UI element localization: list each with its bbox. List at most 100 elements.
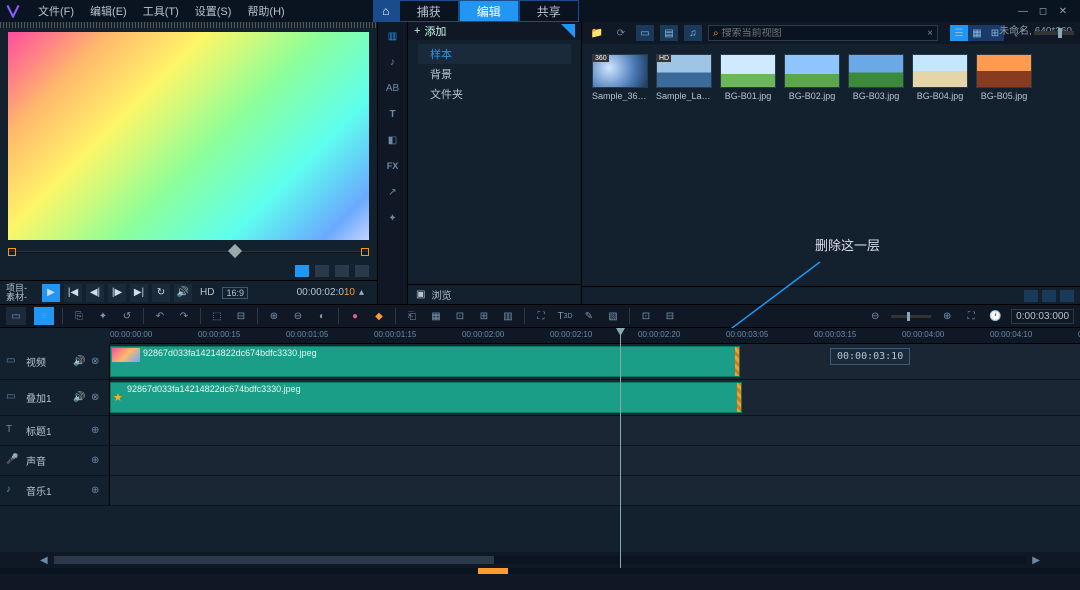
thumb-3[interactable]: BG-B02.jpg (784, 54, 840, 101)
track-head[interactable]: ♪ 音乐1⊕ (0, 476, 110, 505)
redo-icon[interactable]: ↷ (176, 308, 192, 324)
view-grid-icon[interactable]: ▦ (968, 25, 986, 41)
record-icon[interactable]: ● (347, 308, 363, 324)
tl-tool-16-icon[interactable]: ✎ (581, 308, 597, 324)
track-body[interactable]: ★92867d033fa14214822dc674bdfc3330.jpeg (110, 380, 1080, 415)
filter-audio-icon[interactable]: ♫ (684, 25, 702, 41)
timecode-display[interactable]: 00:00:02:010 (297, 287, 355, 298)
audio-tab-icon[interactable]: ♪ (384, 54, 402, 70)
tl-tool-6-icon[interactable]: ⊕ (266, 308, 282, 324)
search-box[interactable]: ⌕ × (708, 25, 938, 41)
menu-edit[interactable]: 编辑(E) (82, 3, 135, 19)
track-mute-icon[interactable]: 🔊 (73, 356, 85, 368)
tl-tool-8-icon[interactable]: ◐ (314, 308, 330, 324)
tl-tool-3-icon[interactable]: ↺ (119, 308, 135, 324)
transport-mode-label[interactable]: 项目- 素材- (6, 284, 38, 302)
tab-capture[interactable]: 捕获 (399, 0, 459, 22)
overlay-tab-icon[interactable]: ◧ (384, 132, 402, 148)
media-tool-2-icon[interactable] (1042, 290, 1056, 302)
timeline-ruler[interactable]: 00:00:00:0000:00:00:1500:00:01:0500:00:0… (110, 328, 1080, 344)
preview-canvas[interactable] (8, 32, 369, 240)
tl-tool-10-icon[interactable]: ▦ (428, 308, 444, 324)
preview-tool-1-icon[interactable] (295, 265, 309, 277)
goto-start-button[interactable]: |◀ (64, 284, 82, 302)
media-tool-3-icon[interactable] (1060, 290, 1074, 302)
thumb-6[interactable]: BG-B05.jpg (976, 54, 1032, 101)
preview-tool-2-icon[interactable] (315, 265, 329, 277)
tl-tool-18-icon[interactable]: ⊡ (638, 308, 654, 324)
tree-item-sample[interactable]: 样本 (418, 44, 571, 64)
tl-tool-12-icon[interactable]: ⊞ (476, 308, 492, 324)
track-mute-icon[interactable]: 🔊 (73, 392, 85, 404)
tl-tool-5-icon[interactable]: ⊟ (233, 308, 249, 324)
menu-settings[interactable]: 设置(S) (187, 3, 240, 19)
track-lock-icon[interactable]: ⊗ (91, 392, 103, 404)
media-tool-1-icon[interactable] (1024, 290, 1038, 302)
thumb-4[interactable]: BG-B03.jpg (848, 54, 904, 101)
loop-button[interactable]: ↻ (152, 284, 170, 302)
search-input[interactable] (722, 28, 928, 39)
menu-file[interactable]: 文件(F) (30, 3, 82, 19)
transition-tab-icon[interactable]: AB (384, 80, 402, 96)
tree-item-bg[interactable]: 背景 (418, 64, 571, 84)
library-preview-row[interactable]: ▣ 浏览 (408, 284, 581, 304)
play-button[interactable]: ▶ (42, 284, 60, 302)
preview-scrubber[interactable] (8, 244, 369, 260)
fx-tab-icon[interactable]: FX (384, 158, 402, 174)
filter-image-icon[interactable]: ▤ (660, 25, 678, 41)
thumb-1[interactable]: HDSample_Lake... (656, 54, 712, 101)
tl-tool-9-icon[interactable]: ⎗ (404, 308, 420, 324)
track-toggle-icon[interactable]: ⊕ (91, 455, 103, 467)
panel-fold-icon[interactable] (561, 24, 575, 38)
marker-icon[interactable]: ◆ (371, 308, 387, 324)
track-toggle-icon[interactable]: ⊕ (91, 425, 103, 437)
goto-end-button[interactable]: ▶| (130, 284, 148, 302)
tools-tab-icon[interactable]: ✦ (384, 210, 402, 226)
timeline-duration[interactable]: 0:00:03:000 (1011, 309, 1074, 324)
minimize-button[interactable]: — (1016, 4, 1030, 18)
tl-view-story-icon[interactable]: ▭ (6, 307, 26, 325)
track-head[interactable]: T 标题1⊕ (0, 416, 110, 445)
tl-tool-2-icon[interactable]: ✦ (95, 308, 111, 324)
track-body[interactable] (110, 446, 1080, 475)
tl-tool-17-icon[interactable]: ▧ (605, 308, 621, 324)
menu-help[interactable]: 帮助(H) (239, 3, 292, 19)
scroll-left-icon[interactable]: ◀ (40, 555, 48, 566)
folder-icon[interactable]: 📁 (588, 25, 606, 41)
clear-search-icon[interactable]: × (927, 28, 933, 39)
track-head[interactable]: ▭ 叠加1🔊⊗ (0, 380, 110, 415)
view-list-icon[interactable]: ☰ (950, 25, 968, 41)
track-body[interactable] (110, 416, 1080, 445)
media-tab-icon[interactable]: ▥ (384, 28, 402, 44)
tl-tool-13-icon[interactable]: ▥ (500, 308, 516, 324)
tl-tool-1-icon[interactable]: ⎘ (71, 308, 87, 324)
path-tab-icon[interactable]: ↗ (384, 184, 402, 200)
prev-frame-button[interactable]: ◀| (86, 284, 104, 302)
preview-tool-4-icon[interactable] (355, 265, 369, 277)
sort-icon[interactable]: ⟳ (612, 25, 630, 41)
undo-icon[interactable]: ↶ (152, 308, 168, 324)
zoom-fit-icon[interactable]: ⛶ (963, 308, 979, 324)
playhead[interactable] (620, 328, 621, 568)
maximize-button[interactable]: ◻ (1036, 4, 1050, 18)
aspect-ratio[interactable]: 16:9 (222, 287, 248, 299)
zoom-out-icon[interactable]: ⊖ (867, 308, 883, 324)
tree-item-folder[interactable]: 文件夹 (418, 84, 571, 104)
title-tab-icon[interactable]: T (384, 106, 402, 122)
filter-video-icon[interactable]: ▭ (636, 25, 654, 41)
track-head[interactable]: 🎤 声音⊕ (0, 446, 110, 475)
clock-icon[interactable]: 🕐 (987, 308, 1003, 324)
tab-share[interactable]: 共享 (519, 0, 579, 22)
thumb-0[interactable]: 360Sample_360.m... (592, 54, 648, 101)
tl-view-timeline-icon[interactable]: ≡ (34, 307, 54, 325)
track-head[interactable]: ▭ 视频🔊⊗ (0, 344, 110, 379)
scroll-right-icon[interactable]: ▶ (1032, 555, 1040, 566)
tab-edit[interactable]: 编辑 (459, 0, 519, 22)
add-button[interactable]: +添加 (414, 23, 446, 39)
tl-tool-11-icon[interactable]: ⊡ (452, 308, 468, 324)
preview-tool-3-icon[interactable] (335, 265, 349, 277)
tc-step-up[interactable]: ▴ (359, 287, 371, 299)
tl-tool-7-icon[interactable]: ⊖ (290, 308, 306, 324)
track-toggle-icon[interactable]: ⊕ (91, 485, 103, 497)
thumb-5[interactable]: BG-B04.jpg (912, 54, 968, 101)
